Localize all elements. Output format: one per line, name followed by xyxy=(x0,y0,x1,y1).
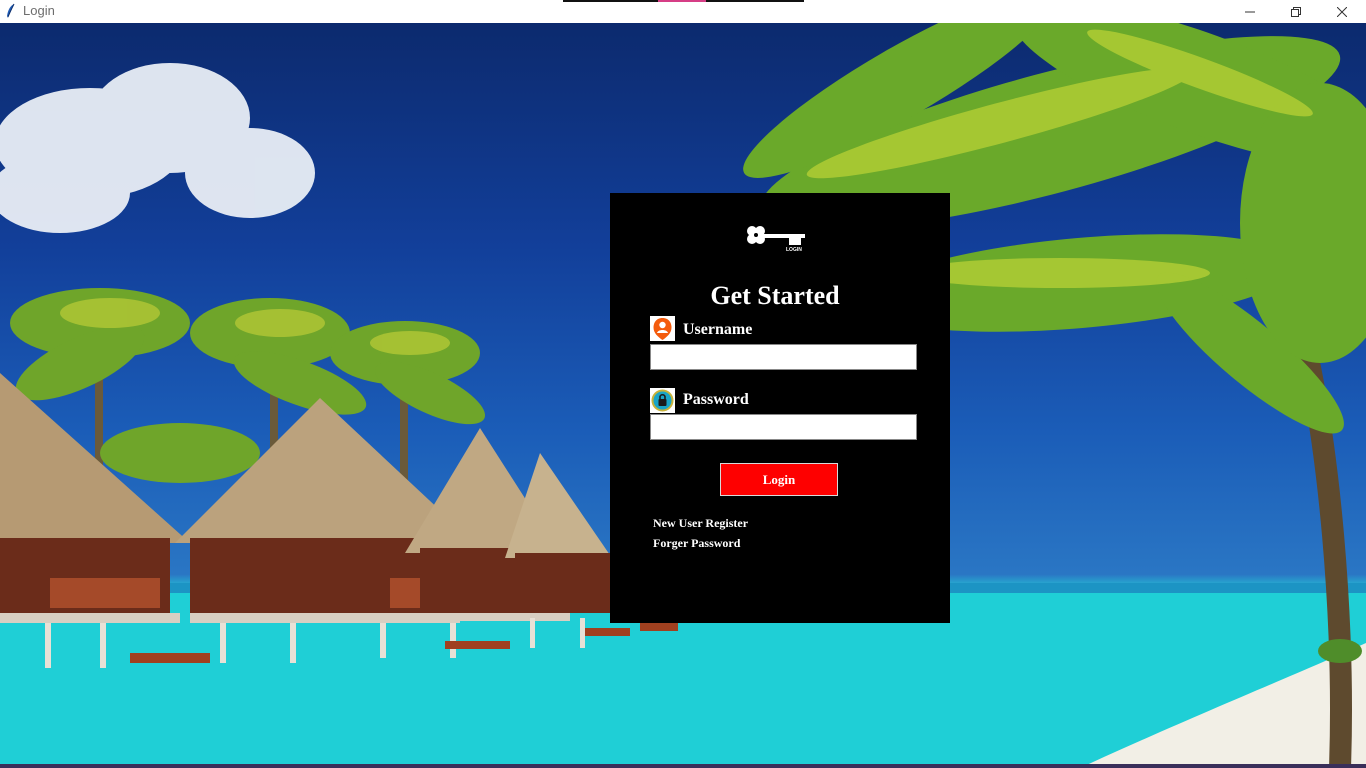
restore-icon xyxy=(1291,6,1301,17)
lock-icon xyxy=(650,388,675,413)
cloud xyxy=(0,63,315,233)
bush xyxy=(1318,639,1362,663)
username-label: Username xyxy=(683,321,753,338)
minimize-icon xyxy=(1245,11,1255,12)
minimize-button[interactable] xyxy=(1227,0,1273,23)
key-icon-caption: LOGIN xyxy=(786,247,802,253)
password-label: Password xyxy=(683,391,749,408)
key-icon: LOGIN xyxy=(747,226,805,253)
password-input[interactable] xyxy=(650,414,917,440)
user-icon xyxy=(650,316,675,341)
login-panel: LOGIN Get Started Username Password Logi… xyxy=(610,193,950,623)
page-title: Get Started xyxy=(710,281,840,310)
close-icon xyxy=(1337,6,1347,17)
login-button[interactable]: Login xyxy=(720,463,838,496)
taskbar-indicator xyxy=(563,0,804,2)
restore-button[interactable] xyxy=(1273,0,1319,23)
forgot-password-link[interactable]: Forger Password xyxy=(653,536,740,551)
window-title: Login xyxy=(23,3,55,18)
taskbar-edge xyxy=(0,764,1366,768)
register-link[interactable]: New User Register xyxy=(653,516,748,531)
window-titlebar: Login xyxy=(0,0,1366,23)
close-button[interactable] xyxy=(1319,0,1365,23)
username-input[interactable] xyxy=(650,344,917,370)
feather-icon xyxy=(7,3,15,18)
